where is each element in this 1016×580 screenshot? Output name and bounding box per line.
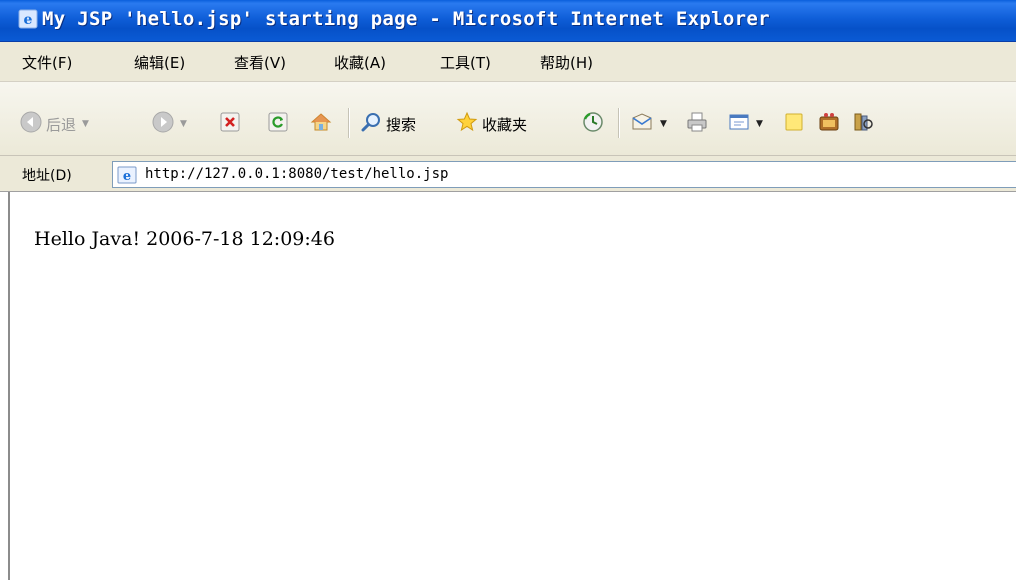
page-body-text: Hello Java! 2006-7-18 12:09:46 xyxy=(34,228,335,250)
stop-button[interactable] xyxy=(220,111,240,137)
favorites-icon xyxy=(456,111,478,137)
menu-favorites[interactable]: 收藏(A) xyxy=(334,52,386,73)
history-button[interactable] xyxy=(582,111,604,137)
stop-icon xyxy=(220,112,240,136)
address-label: 地址(D) xyxy=(22,168,72,184)
messenger-icon xyxy=(818,111,840,137)
svg-text:e: e xyxy=(24,12,33,28)
back-label: 后退 xyxy=(46,115,77,134)
favorites-label: 收藏夹 xyxy=(482,115,528,134)
research-icon xyxy=(852,111,874,137)
svg-text:e: e xyxy=(123,169,131,184)
back-icon xyxy=(20,111,42,137)
search-label: 搜索 xyxy=(386,115,417,134)
address-bar: 地址(D) e http://127.0.0.1:8080/test/hello… xyxy=(0,156,1016,192)
content-left-edge xyxy=(8,192,10,580)
menu-edit[interactable]: 编辑(E) xyxy=(134,52,185,73)
toolbar-separator xyxy=(618,108,620,138)
menu-tools[interactable]: 工具(T) xyxy=(440,52,491,73)
menu-help[interactable]: 帮助(H) xyxy=(540,52,593,73)
messenger-button[interactable] xyxy=(818,111,840,137)
ie-app-icon[interactable]: e xyxy=(18,9,38,29)
refresh-button[interactable] xyxy=(268,111,288,137)
discuss-icon xyxy=(784,112,804,136)
address-url[interactable]: http://127.0.0.1:8080/test/hello.jsp xyxy=(145,166,448,182)
favorites-button[interactable]: 收藏夹 xyxy=(456,111,527,137)
back-button[interactable]: 后退 ▼ xyxy=(20,111,89,137)
discuss-button[interactable] xyxy=(784,111,804,137)
page-content xyxy=(0,192,1016,580)
forward-button[interactable]: ▼ xyxy=(152,111,187,137)
home-icon xyxy=(310,111,332,137)
history-icon xyxy=(582,111,604,137)
window-title: My JSP 'hello.jsp' starting page - Micro… xyxy=(42,8,770,30)
print-button[interactable] xyxy=(686,111,708,137)
standard-toolbar: 后退 ▼ ▼ 搜索 收藏夹 ▼ ▼ xyxy=(0,82,1016,156)
back-dropdown-icon[interactable]: ▼ xyxy=(82,119,89,129)
menu-file[interactable]: 文件(F) xyxy=(22,52,72,73)
research-button[interactable] xyxy=(852,111,874,137)
search-icon xyxy=(360,111,382,137)
menu-view[interactable]: 查看(V) xyxy=(234,52,286,73)
forward-dropdown-icon[interactable]: ▼ xyxy=(180,119,187,129)
edit-icon xyxy=(728,111,750,137)
print-icon xyxy=(686,111,708,137)
menu-bar: 文件(F) 编辑(E) 查看(V) 收藏(A) 工具(T) 帮助(H) xyxy=(0,42,1016,82)
mail-icon xyxy=(630,111,654,137)
toolbar-separator xyxy=(348,108,350,138)
home-button[interactable] xyxy=(310,111,332,137)
mail-dropdown-icon[interactable]: ▼ xyxy=(660,119,667,129)
title-bar: e My JSP 'hello.jsp' starting page - Mic… xyxy=(0,0,1016,42)
search-button[interactable]: 搜索 xyxy=(360,111,416,137)
forward-icon xyxy=(152,111,174,137)
page-ie-icon: e xyxy=(117,165,137,185)
edit-button[interactable]: ▼ xyxy=(728,111,763,137)
edit-dropdown-icon[interactable]: ▼ xyxy=(756,119,763,129)
mail-button[interactable]: ▼ xyxy=(630,111,667,137)
address-input[interactable]: e http://127.0.0.1:8080/test/hello.jsp xyxy=(112,161,1016,188)
refresh-icon xyxy=(268,112,288,136)
